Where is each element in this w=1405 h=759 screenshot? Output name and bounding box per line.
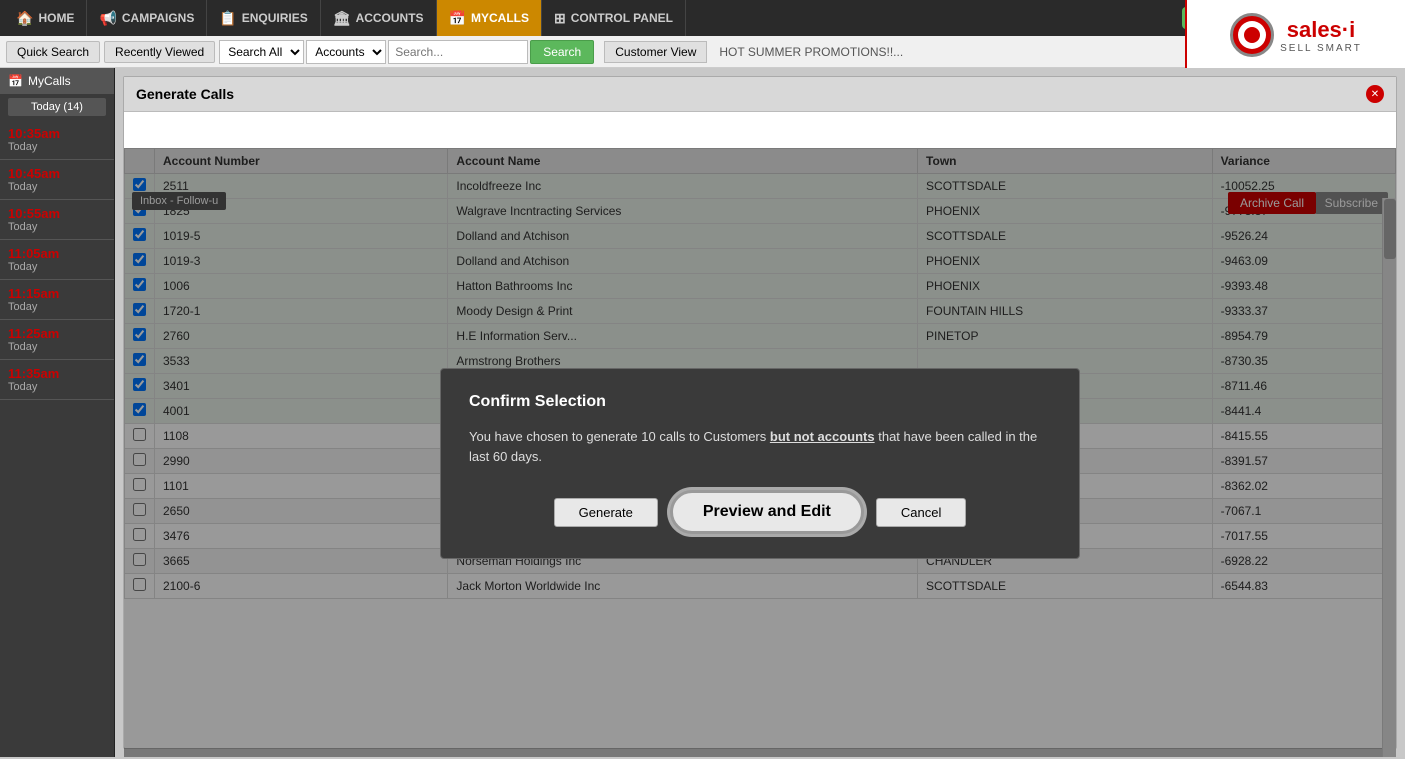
controlpanel-icon: ⊞ — [554, 10, 566, 27]
search-button[interactable]: Search — [530, 40, 594, 64]
message-bold: but not accounts — [770, 429, 875, 444]
panel-title-bar: Generate Calls ✕ — [124, 77, 1396, 112]
sidebar-time-item[interactable]: 10:35amToday — [0, 120, 114, 160]
confirm-title: Confirm Selection — [469, 393, 1051, 411]
nav-mycalls[interactable]: 📅 MYCALLS — [437, 0, 542, 36]
sidebar-time-item[interactable]: 11:15amToday — [0, 280, 114, 320]
logo-sub: SELL SMART — [1280, 43, 1362, 54]
message-before: You have chosen to generate 10 calls to … — [469, 429, 766, 444]
sidebar: 📅 MyCalls Today (14) 10:35amToday10:45am… — [0, 68, 115, 757]
search-all-select[interactable]: Search All — [219, 40, 304, 64]
ticker-text: HOT SUMMER PROMOTIONS!!... — [719, 45, 903, 59]
preview-and-edit-button[interactable]: Preview and Edit — [670, 490, 864, 534]
cancel-button[interactable]: Cancel — [876, 498, 966, 527]
panel-title: Generate Calls — [136, 86, 234, 102]
nav-home[interactable]: 🏠 HOME — [4, 0, 87, 36]
logo-text: sales·i — [1280, 17, 1362, 43]
enquiries-icon: 📋 — [219, 10, 236, 27]
search-input[interactable] — [388, 40, 528, 64]
overlay-backdrop: Confirm Selection You have chosen to gen… — [124, 148, 1396, 757]
sidebar-mycalls-icon: 📅 — [8, 74, 23, 88]
nav-controlpanel[interactable]: ⊞ CONTROL PANEL — [542, 0, 686, 36]
generate-calls-panel: Generate Calls ✕ Inbox - Follow-u Subscr… — [123, 76, 1397, 749]
main-layout: 📅 MyCalls Today (14) 10:35amToday10:45am… — [0, 68, 1405, 757]
nav-campaigns[interactable]: 📢 CAMPAIGNS — [87, 0, 207, 36]
accounts-select[interactable]: Accounts — [306, 40, 386, 64]
confirm-dialog: Confirm Selection You have chosen to gen… — [440, 368, 1080, 559]
sidebar-times-list: 10:35amToday10:45amToday10:55amToday11:0… — [0, 120, 114, 400]
confirm-message: You have chosen to generate 10 calls to … — [469, 427, 1051, 466]
sidebar-time-item[interactable]: 11:35amToday — [0, 360, 114, 400]
panel-close-button[interactable]: ✕ — [1366, 85, 1384, 103]
sidebar-time-item[interactable]: 10:55amToday — [0, 200, 114, 240]
generate-button[interactable]: Generate — [554, 498, 658, 527]
home-icon: 🏠 — [16, 10, 33, 27]
recently-viewed-button[interactable]: Recently Viewed — [104, 41, 215, 63]
confirm-buttons: Generate Preview and Edit Cancel — [469, 490, 1051, 534]
sidebar-time-item[interactable]: 11:25amToday — [0, 320, 114, 360]
nav-accounts[interactable]: 🏛 ACCOUNTS — [321, 0, 437, 36]
search-group: Search All Accounts Search — [219, 40, 594, 64]
quick-search-button[interactable]: Quick Search — [6, 41, 100, 63]
logo-area: sales·i SELL SMART — [1185, 0, 1405, 70]
nav-enquiries[interactable]: 📋 ENQUIRIES — [207, 0, 320, 36]
content-area: Generate Calls ✕ Inbox - Follow-u Subscr… — [115, 68, 1405, 757]
mycalls-icon: 📅 — [449, 10, 466, 27]
accounts-icon: 🏛 — [333, 10, 351, 27]
sidebar-time-item[interactable]: 11:05amToday — [0, 240, 114, 280]
sidebar-header: 📅 MyCalls — [0, 68, 114, 94]
campaigns-icon: 📢 — [99, 10, 116, 27]
sidebar-time-item[interactable]: 10:45amToday — [0, 160, 114, 200]
customer-view-button[interactable]: Customer View — [604, 41, 707, 63]
today-filter-btn[interactable]: Today (14) — [8, 98, 106, 116]
